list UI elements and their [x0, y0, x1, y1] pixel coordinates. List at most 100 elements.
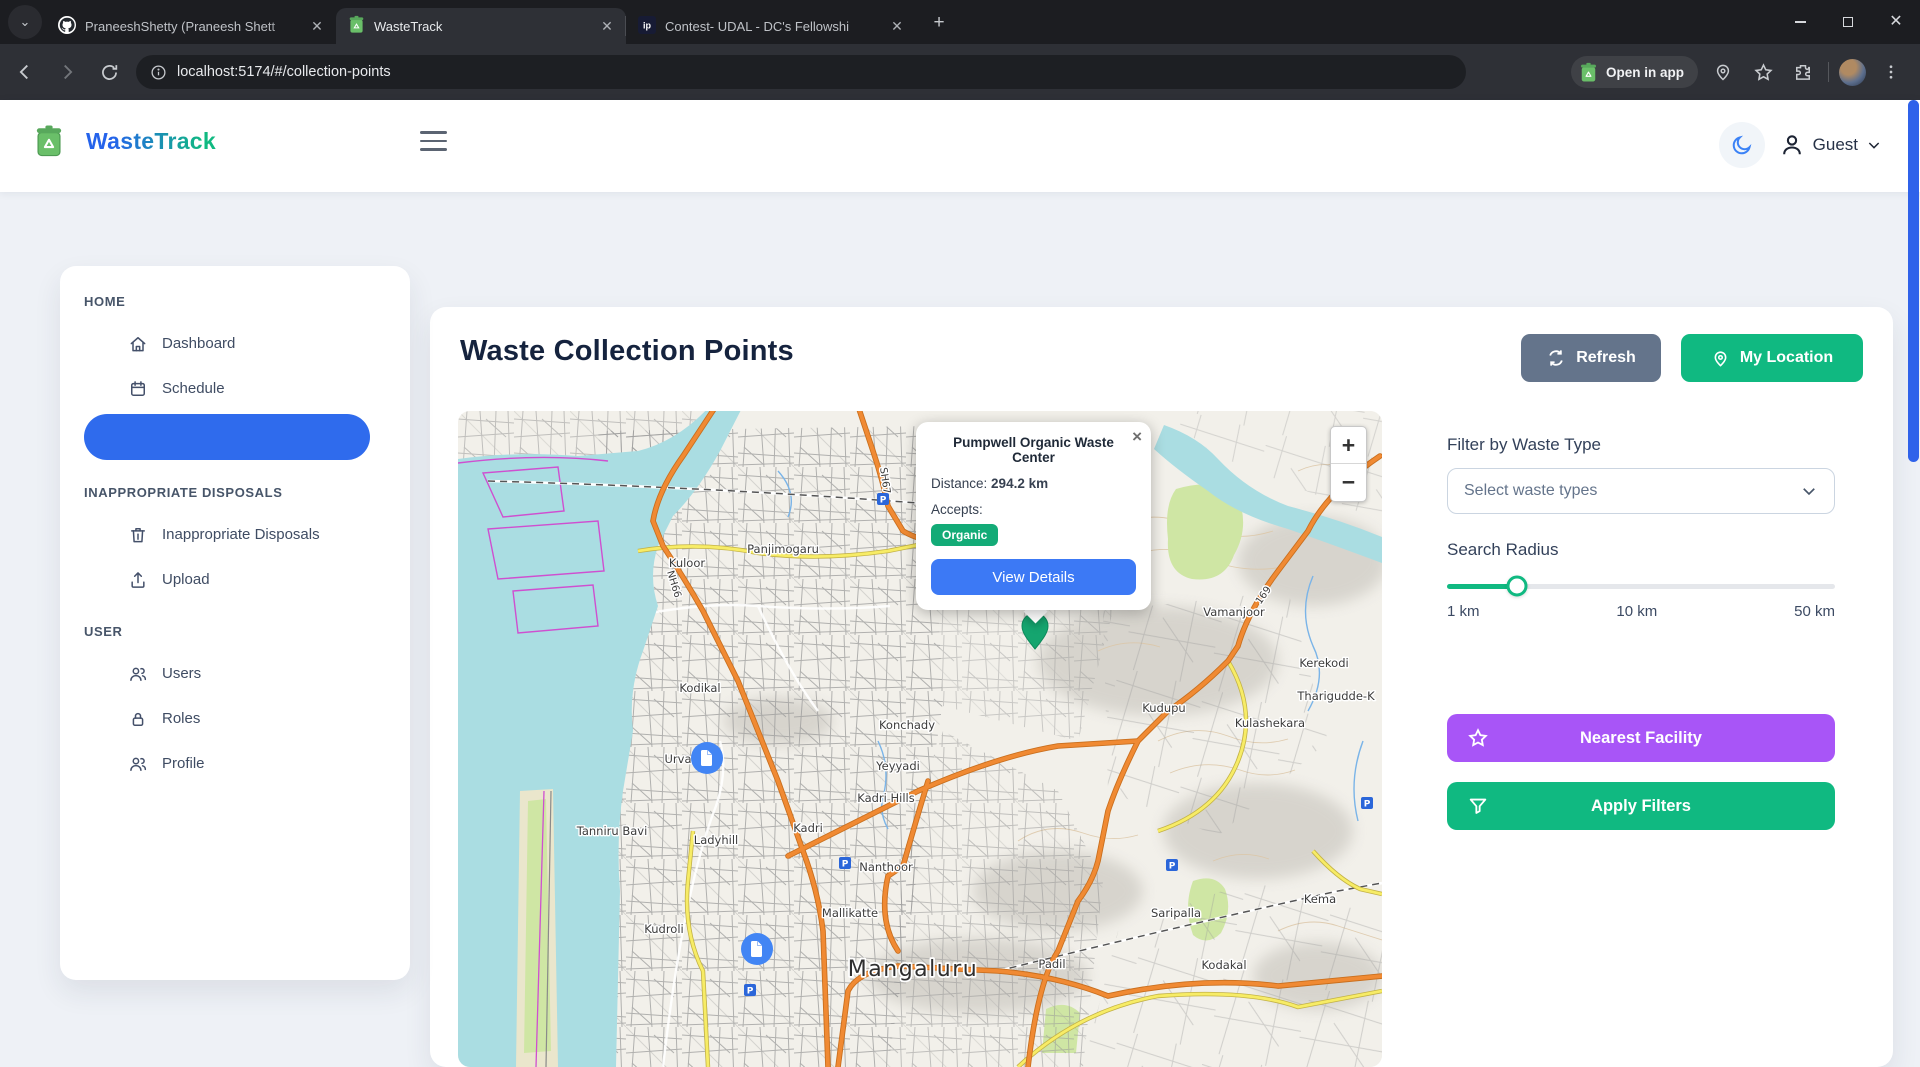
sidebar-item-label: Users — [162, 665, 201, 682]
brand[interactable]: WasteTrack — [34, 124, 216, 158]
nearest-facility-button[interactable]: Nearest Facility — [1447, 714, 1835, 762]
view-details-button[interactable]: View Details — [931, 559, 1136, 595]
map-label: Kulashekara — [1235, 716, 1305, 730]
open-in-app-button[interactable]: Open in app — [1571, 56, 1698, 88]
sidebar-item-users[interactable]: Users — [82, 651, 388, 696]
sidebar-item-roles[interactable]: Roles — [82, 696, 388, 741]
address-bar[interactable]: localhost:5174/#/collection-points — [136, 55, 1466, 89]
ip-favicon: ip — [638, 16, 656, 37]
radius-tick: 1 km — [1447, 603, 1480, 620]
page-title: Waste Collection Points — [460, 335, 794, 368]
map-label: Kudroli — [644, 922, 683, 936]
sidebar-item-schedule[interactable]: Schedule — [82, 366, 388, 411]
svg-text:P: P — [842, 860, 849, 870]
parking-icon: P — [1166, 859, 1178, 872]
slider-thumb[interactable] — [1506, 576, 1527, 597]
tab-close-icon[interactable]: ✕ — [598, 17, 616, 35]
my-location-button[interactable]: My Location — [1681, 334, 1863, 382]
refresh-label: Refresh — [1576, 349, 1636, 367]
toolbar-separator — [1828, 62, 1829, 82]
back-button[interactable] — [8, 55, 42, 89]
bookmark-button[interactable] — [1748, 57, 1778, 87]
main-card: Waste Collection Points Refresh My Locat… — [430, 307, 1893, 1067]
filter-funnel-icon — [1467, 795, 1489, 817]
map-label: Mangaluru — [848, 957, 978, 982]
waste-type-label: Filter by Waste Type — [1447, 435, 1835, 455]
radius-tick: 50 km — [1794, 603, 1835, 620]
map-label: Kerekodi — [1299, 656, 1348, 670]
url-text[interactable]: localhost:5174/#/collection-points — [177, 64, 391, 80]
facility-marker-0[interactable] — [691, 742, 723, 774]
map-label: Nanthoor — [859, 860, 913, 874]
tab-close-icon[interactable]: ✕ — [308, 17, 326, 35]
user-menu[interactable]: Guest — [1779, 132, 1882, 158]
moon-icon — [1730, 133, 1754, 157]
facility-marker-1[interactable] — [741, 933, 773, 965]
reload-icon — [99, 62, 120, 83]
new-tab-button[interactable]: + — [924, 8, 954, 38]
browser-profile-avatar[interactable] — [1839, 59, 1866, 86]
browser-toolbar: localhost:5174/#/collection-points Open … — [0, 44, 1920, 100]
zoom-in-button[interactable]: + — [1331, 427, 1366, 464]
wastetrack-app-icon — [1579, 62, 1598, 83]
map-label: Mallikatte — [822, 906, 878, 920]
popup-distance-value: 294.2 km — [991, 476, 1048, 491]
wastetrack-logo-icon — [34, 124, 64, 158]
open-in-app-label: Open in app — [1606, 65, 1684, 80]
svg-text:ip: ip — [643, 20, 652, 30]
site-info-icon[interactable] — [150, 64, 167, 81]
nearest-facility-label: Nearest Facility — [1447, 729, 1835, 748]
page-scrollbar-thumb[interactable] — [1908, 100, 1919, 462]
apply-filters-button[interactable]: Apply Filters — [1447, 782, 1835, 830]
trash-icon — [128, 525, 148, 545]
map[interactable]: PPPPP KuloorPanjimogaruSH67NH66KodikalUr… — [458, 411, 1382, 1067]
browser-tab-2[interactable]: ip Contest- UDAL - DC's Fellowshi ✕ — [626, 8, 916, 44]
refresh-button[interactable]: Refresh — [1521, 334, 1661, 382]
map-label: Kema — [1304, 892, 1336, 906]
sidebar-toggle-button[interactable] — [420, 131, 447, 151]
minimize-button[interactable] — [1776, 0, 1824, 44]
radius-ticks: 1 km10 km50 km — [1447, 603, 1835, 620]
sidebar-item-profile[interactable]: Profile — [82, 741, 388, 786]
sidebar-item-inappropriate-disposals[interactable]: Inappropriate Disposals — [82, 512, 388, 557]
radius-slider[interactable] — [1447, 575, 1835, 597]
tab-title: Contest- UDAL - DC's Fellowshi — [665, 19, 879, 34]
map-popup: × Pumpwell Organic Waste Center Distance… — [916, 422, 1151, 610]
app-header: WasteTrack Guest — [0, 100, 1920, 192]
github-favicon — [58, 16, 76, 37]
extensions-button[interactable] — [1788, 57, 1818, 87]
reload-button[interactable] — [92, 55, 126, 89]
popup-badges: Organic — [931, 517, 1136, 546]
close-button[interactable]: ✕ — [1872, 0, 1920, 44]
window-controls: ✕ — [1776, 0, 1920, 44]
map-label: Panjimogaru — [747, 542, 819, 556]
sidebar-item-upload[interactable]: Upload — [82, 557, 388, 602]
kebab-menu-icon — [1882, 63, 1900, 81]
profile-icon — [128, 754, 148, 774]
dark-mode-toggle[interactable] — [1719, 122, 1765, 168]
parking-icon: P — [839, 857, 851, 870]
forward-button[interactable] — [50, 55, 84, 89]
sidebar-item-dashboard[interactable]: Dashboard — [82, 321, 388, 366]
tab-close-icon[interactable]: ✕ — [888, 17, 906, 35]
sidebar-nav: HOMEDashboardScheduleINAPPROPRIATE DISPO… — [82, 294, 388, 786]
waste-type-select[interactable]: Select waste types — [1447, 468, 1835, 514]
browser-tab-0[interactable]: PraneeshShetty (Praneesh Shett✕ — [46, 8, 336, 44]
map-label: Tanniru Bavi — [576, 824, 648, 838]
upload-icon — [128, 570, 148, 590]
parking-icon: P — [744, 984, 756, 997]
location-permission-button[interactable] — [1708, 57, 1738, 87]
toolbar-right: Open in app — [1571, 56, 1920, 88]
map-label: Kuloor — [669, 556, 706, 570]
browser-tab-strip: ⌄ PraneeshShetty (Praneesh Shett✕WasteTr… — [0, 0, 1920, 44]
popup-close-icon[interactable]: × — [1132, 427, 1142, 447]
search-radius-label: Search Radius — [1447, 540, 1835, 560]
maximize-button[interactable] — [1824, 0, 1872, 44]
zoom-out-button[interactable]: − — [1331, 464, 1366, 501]
sidebar-item-collection-points-active[interactable] — [84, 414, 370, 460]
browser-tab-1[interactable]: WasteTrack✕ — [336, 8, 626, 44]
browser-menu-button[interactable] — [1876, 57, 1906, 87]
svg-text:P: P — [747, 987, 754, 997]
tab-search-button[interactable]: ⌄ — [8, 5, 42, 39]
users-icon — [128, 664, 148, 684]
